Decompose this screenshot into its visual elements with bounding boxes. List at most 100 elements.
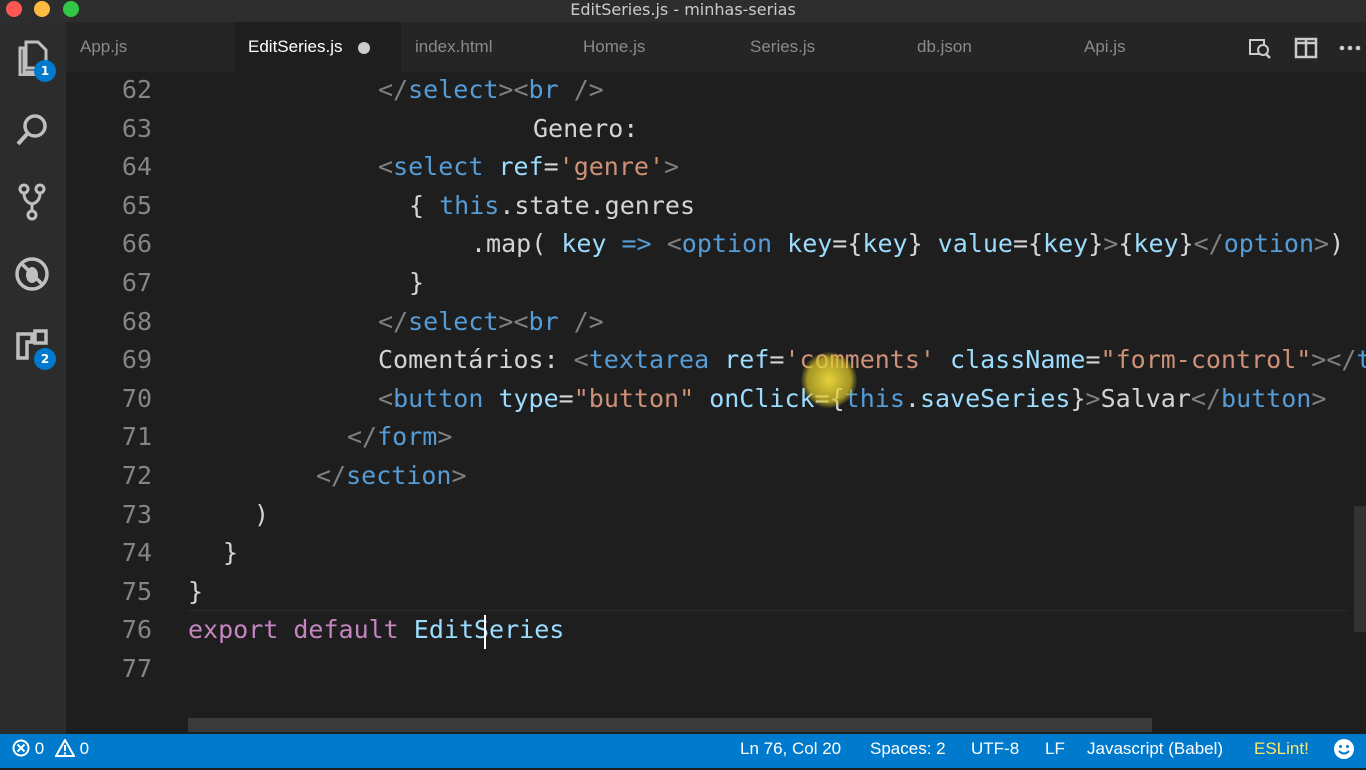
code-line[interactable]: 66 .map( key => <option key={key} value={… (66, 225, 1366, 263)
code-token: < (666, 229, 682, 259)
code-line[interactable]: 76 export default EditSeries (66, 611, 1366, 649)
code-token: = (769, 345, 785, 375)
code-token: .map( (471, 229, 562, 259)
more-actions-icon[interactable] (1338, 36, 1362, 60)
explorer-badge: 1 (34, 60, 56, 82)
code-token: "form-control" (1100, 345, 1312, 375)
code-line[interactable]: 74} (66, 534, 1366, 572)
debug-button[interactable] (12, 254, 52, 294)
code-token: ref (724, 345, 770, 375)
indentation-setting[interactable]: Spaces: 2 (870, 734, 946, 768)
tab-editseries-js[interactable]: EditSeries.js (234, 22, 401, 72)
code-token: > (1103, 229, 1119, 259)
git-branch-icon (18, 183, 46, 221)
horizontal-scrollbar[interactable] (188, 718, 1152, 732)
line-number: 77 (121, 654, 152, 683)
split-editor-icon[interactable] (1294, 36, 1318, 60)
code-line[interactable]: 62 </select><br /> (66, 72, 1366, 109)
maximize-window-button[interactable] (63, 1, 79, 17)
code-token: option (681, 229, 773, 259)
debug-icon (15, 257, 49, 291)
code-line[interactable]: 73) (66, 496, 1366, 534)
line-number: 68 (121, 306, 152, 336)
code-token: = (543, 152, 559, 182)
tab-label: App.js (80, 37, 128, 56)
code-line[interactable]: 67} (66, 264, 1366, 302)
code-token: > (1314, 229, 1330, 259)
code-token: } (907, 229, 938, 259)
code-token: EditSeries (413, 615, 565, 645)
code-line[interactable]: 64 <select ref='genre'> (66, 148, 1366, 186)
code-token: </ (378, 306, 409, 336)
code-token: ) (254, 499, 270, 529)
code-token: > (451, 461, 467, 490)
explorer-button[interactable]: 1 (12, 38, 56, 82)
code-line[interactable]: 75} (66, 573, 1366, 611)
source-control-button[interactable] (12, 182, 52, 222)
line-code: { this.state.genres (409, 187, 695, 225)
code-token: select (393, 152, 484, 182)
tab-index-html[interactable]: index.html (401, 22, 568, 72)
code-token: select (408, 306, 499, 336)
code-token: key (787, 229, 833, 259)
tab-label: index.html (415, 37, 493, 56)
code-line[interactable]: 63 Genero: (66, 110, 1366, 148)
line-number: 65 (121, 190, 152, 220)
tab-label: EditSeries.js (248, 37, 343, 56)
warning-count: 0 (79, 739, 90, 758)
code-token: /> (558, 306, 604, 336)
code-token: ={ (832, 229, 863, 259)
code-token: type (498, 383, 559, 413)
tab-series-js[interactable]: Series.js (736, 22, 903, 72)
code-token: </ (1190, 383, 1222, 413)
language-mode[interactable]: Javascript (Babel) (1087, 734, 1223, 768)
encoding-setting[interactable]: UTF-8 (971, 734, 1019, 768)
minimize-window-button[interactable] (34, 1, 50, 17)
problems-indicator[interactable]: 0 0 (12, 734, 89, 768)
line-number: 71 (121, 422, 152, 452)
code-token: ) (1329, 229, 1345, 259)
activity-bar: 1 2 (0, 22, 66, 734)
tab-db-json[interactable]: db.json (903, 22, 1070, 72)
code-editor[interactable]: 62 </select><br /> 63 Genero: 64 <select ref=… (66, 72, 1366, 734)
eslint-status[interactable]: ESLint! (1254, 734, 1309, 768)
code-token: } (1070, 383, 1086, 413)
code-line[interactable]: 65 { this.state.genres (66, 187, 1366, 225)
search-icon (16, 114, 47, 146)
code-line[interactable]: 77 (66, 650, 1366, 688)
open-changes-icon[interactable] (1248, 36, 1272, 60)
code-token: } (1088, 229, 1104, 259)
eol-setting[interactable]: LF (1045, 734, 1065, 768)
code-token: /> (558, 75, 604, 104)
code-token: = (1085, 345, 1101, 375)
code-line[interactable]: 69 Comentários: <textarea ref='comments' … (66, 341, 1366, 379)
feedback-smiley-icon[interactable] (1333, 738, 1355, 762)
cursor-position[interactable]: Ln 76, Col 20 (740, 734, 841, 768)
tab-api-js[interactable]: Api.js (1070, 22, 1237, 72)
code-line[interactable]: 72 </section> (66, 457, 1366, 495)
code-token: Genero: (533, 113, 639, 143)
tab-home-js[interactable]: Home.js (569, 22, 736, 72)
tab-label: Series.js (750, 37, 816, 56)
search-button[interactable] (12, 110, 52, 150)
line-code: ) (254, 496, 269, 534)
close-window-button[interactable] (6, 1, 22, 17)
code-token: textarea (588, 345, 710, 375)
code-token: br (528, 306, 559, 336)
extensions-button[interactable]: 2 (12, 326, 56, 370)
tab-app-js[interactable]: App.js (66, 22, 233, 72)
code-token: button (1221, 383, 1312, 413)
code-token: key (1133, 229, 1179, 259)
code-line[interactable]: 68 </select><br /> (66, 303, 1366, 341)
title-bar: EditSeries.js - minhas-serias 1.50 (0, 0, 1366, 34)
code-line[interactable]: 71 </form> (66, 418, 1366, 456)
code-token: ></ (1311, 345, 1357, 375)
vertical-scrollbar[interactable] (1354, 506, 1366, 632)
code-token: value (937, 229, 1013, 259)
tab-label: Home.js (583, 37, 646, 56)
code-line[interactable]: 70<button type="button" onClick={this.sa… (66, 380, 1366, 418)
unsaved-dot-icon[interactable] (358, 41, 371, 54)
